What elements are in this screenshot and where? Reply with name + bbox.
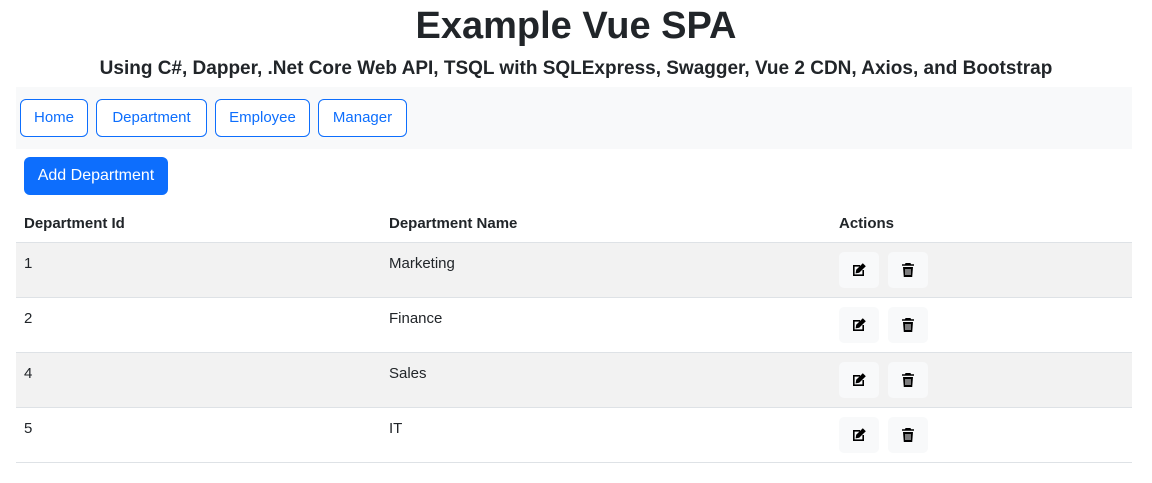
table-row: 1 Marketing <box>16 242 1132 298</box>
edit-icon <box>853 318 866 331</box>
trash-icon <box>902 373 915 387</box>
nav-department-button[interactable]: Department <box>96 99 207 137</box>
add-department-button[interactable]: Add Department <box>24 157 168 195</box>
edit-icon <box>853 263 866 276</box>
nav-employee-button[interactable]: Employee <box>215 99 310 137</box>
edit-button[interactable] <box>839 252 879 288</box>
nav-home-button[interactable]: Home <box>20 99 88 137</box>
header-department-name: Department Name <box>381 204 831 243</box>
delete-button[interactable] <box>888 417 929 453</box>
department-name-cell: Sales <box>389 365 427 382</box>
delete-button[interactable] <box>888 307 929 343</box>
table-row: 2 Finance <box>16 297 1132 353</box>
department-name-cell: IT <box>389 420 403 437</box>
edit-button[interactable] <box>839 307 879 343</box>
delete-button[interactable] <box>888 252 929 288</box>
table-row: 5 IT <box>16 407 1132 463</box>
table-header-row: Department Id Department Name Actions <box>16 204 1132 243</box>
edit-icon <box>853 428 866 441</box>
department-id-cell: 1 <box>24 255 33 272</box>
navbar: Home Department Employee Manager <box>16 87 1132 149</box>
edit-button[interactable] <box>839 362 879 398</box>
department-id-cell: 4 <box>24 365 33 382</box>
table-row: 4 Sales <box>16 352 1132 408</box>
page-subtitle: Using C#, Dapper, .Net Core Web API, TSQ… <box>99 58 1053 79</box>
department-name-cell: Finance <box>389 310 443 327</box>
header-actions: Actions <box>831 204 1132 243</box>
nav-manager-button[interactable]: Manager <box>318 99 407 137</box>
department-name-cell: Marketing <box>389 255 455 272</box>
edit-button[interactable] <box>839 417 879 453</box>
edit-icon <box>853 373 866 386</box>
trash-icon <box>902 263 915 277</box>
department-id-cell: 5 <box>24 420 33 437</box>
trash-icon <box>902 428 915 442</box>
delete-button[interactable] <box>888 362 929 398</box>
header-department-id: Department Id <box>16 204 381 243</box>
trash-icon <box>902 318 915 332</box>
page-title: Example Vue SPA <box>415 5 737 47</box>
department-id-cell: 2 <box>24 310 33 327</box>
department-table: Department Id Department Name Actions 1 … <box>16 204 1132 463</box>
